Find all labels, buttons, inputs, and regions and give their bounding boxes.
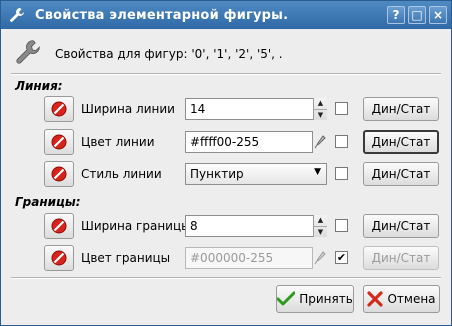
border-color-picker-button[interactable] [313,247,327,269]
line-width-spinner[interactable]: ▲ ▼ [313,98,327,120]
line-style-label: Стиль линии [81,167,162,181]
border-color-label: Цвет границы [81,251,171,265]
border-width-checkbox[interactable] [335,219,348,232]
spin-up-icon[interactable]: ▲ [314,98,327,109]
properties-text: Свойства для фигур: '0', '1', '2', '5', … [55,46,283,61]
border-color-input[interactable]: #000000-255 [185,247,313,269]
wrench-icon [7,5,27,25]
maximize-button[interactable]: □ [408,6,426,24]
line-color-dynstat-button[interactable]: Дин/Стат [363,130,439,154]
spin-down-icon[interactable]: ▼ [314,108,327,121]
no-entry-icon [51,250,67,266]
row-line-width: Ширина линии 14 ▲ ▼ Дин/Стат [1,96,452,122]
title-bar[interactable]: Свойства элементарной фигуры. ? □ × [1,1,451,29]
line-style-value: Пунктир [190,167,244,181]
line-width-checkbox[interactable] [335,102,348,115]
border-color-dynstat-button[interactable]: Дин/Стат [363,246,439,270]
border-width-dynstat-button[interactable]: Дин/Стат [363,214,439,238]
pipette-icon [314,251,326,265]
line-style-checkbox[interactable] [335,167,348,180]
line-style-dynstat-button[interactable]: Дин/Стат [363,162,439,186]
apply-label: Принять [299,292,353,306]
row-border-width: Ширина границы 8 ▲ ▼ Дин/Стат [1,213,452,239]
line-width-dynstat-button[interactable]: Дин/Стат [363,97,439,121]
line-color-input[interactable]: #ffff00-255 [185,131,313,153]
border-width-spinner[interactable]: ▲ ▼ [313,215,327,237]
line-color-checkbox[interactable] [335,135,348,148]
border-width-input[interactable]: 8 [185,215,327,237]
cancel-label: Отмена [387,292,436,306]
line-color-toggle-button[interactable] [44,129,74,155]
border-color-toggle-button[interactable] [44,245,74,271]
no-entry-icon [51,218,67,234]
spin-up-icon[interactable]: ▲ [314,215,327,226]
no-entry-icon [51,166,67,182]
section-border-label: Границы: [15,195,81,209]
border-color-checkbox[interactable]: ✔ [335,251,348,264]
cross-icon [367,291,384,307]
dialog-window: Свойства элементарной фигуры. ? □ × Свой… [0,0,452,326]
line-width-toggle-button[interactable] [44,96,74,122]
separator [11,73,441,75]
row-line-style: Стиль линии Пунктир ▼ Дин/Стат [1,161,452,187]
spin-down-icon[interactable]: ▼ [314,225,327,238]
line-style-select[interactable]: Пунктир ▼ [185,163,327,185]
line-width-input[interactable]: 14 [185,98,327,120]
apply-button[interactable]: Принять [276,285,354,313]
line-width-label: Ширина линии [81,102,175,116]
line-style-toggle-button[interactable] [44,161,74,187]
no-entry-icon [51,101,67,117]
checkmark-icon [277,291,296,306]
close-button[interactable]: × [429,6,447,24]
no-entry-icon [51,134,67,150]
cancel-button[interactable]: Отмена [363,285,440,313]
wrench-icon [15,39,41,68]
pipette-icon [314,135,326,149]
window-title: Свойства элементарной фигуры. [35,7,289,23]
row-border-color: Цвет границы #000000-255 ✔ Дин/Стат [1,245,452,271]
separator [11,277,441,279]
line-color-label: Цвет линии [81,135,155,149]
border-width-label: Ширина границы [81,219,191,233]
line-color-picker-button[interactable] [313,131,327,153]
row-line-color: Цвет линии #ffff00-255 Дин/Стат [1,129,452,155]
section-line-label: Линия: [15,79,63,93]
border-width-toggle-button[interactable] [44,213,74,239]
chevron-down-icon: ▼ [314,167,321,177]
header: Свойства для фигур: '0', '1', '2', '5', … [15,39,283,68]
help-button[interactable]: ? [387,6,405,24]
